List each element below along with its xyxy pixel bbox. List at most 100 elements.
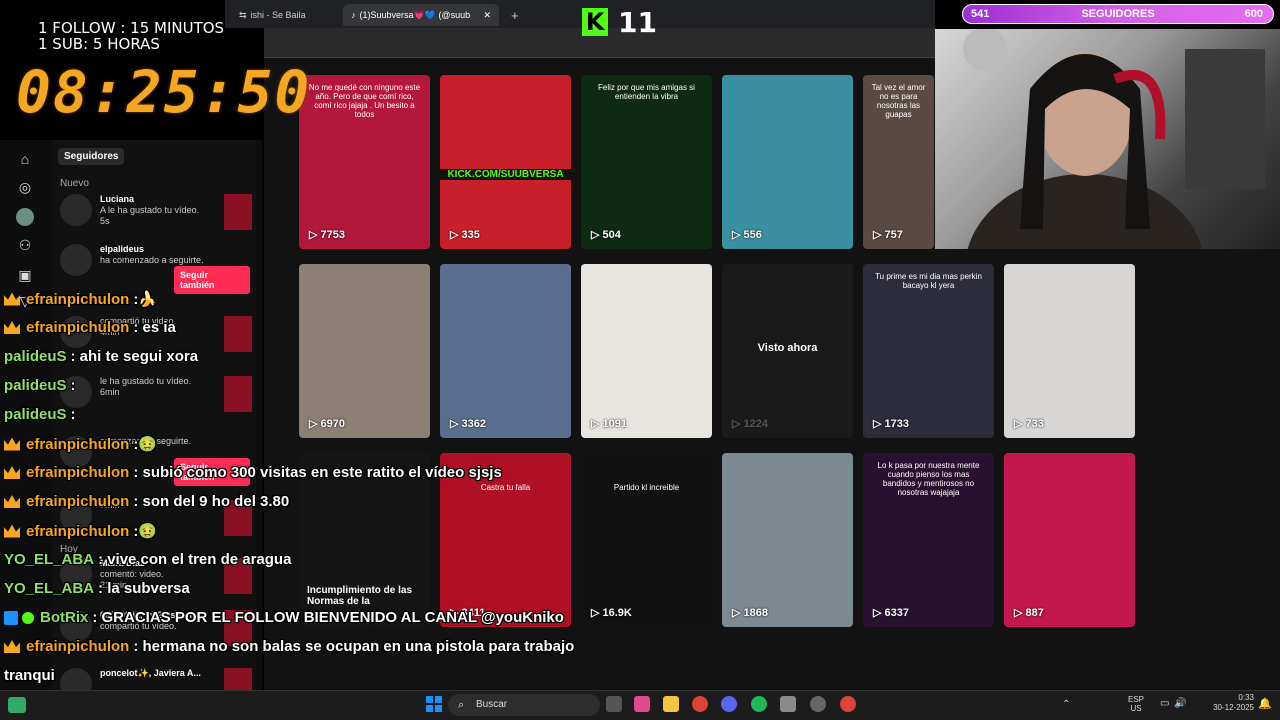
view-count-value: 1868 (743, 607, 768, 619)
tray-chevron-icon[interactable]: ⌃ (1062, 699, 1070, 710)
file-explorer-icon[interactable] (663, 696, 679, 712)
follower-goal-bar: 541 SEGUIDORES 600 (962, 4, 1274, 24)
video-view-count: ▷ 6970 (309, 417, 345, 430)
obs-icon[interactable] (810, 696, 826, 712)
chat-emote-icon: 🤢 (138, 436, 158, 453)
tab-seguidores[interactable]: Seguidores (58, 148, 125, 165)
tiktok-icon: ♪ (351, 10, 356, 20)
chat-username[interactable]: palideuS (4, 377, 67, 394)
video-thumbnail[interactable]: Tu prime es mi dia mas perkin bacayo kl … (863, 264, 994, 438)
avatar[interactable] (60, 244, 92, 276)
view-count-value: 1733 (884, 418, 909, 430)
video-thumbnail[interactable]: ▷ 1868 (722, 453, 853, 627)
widgets-icon[interactable] (8, 697, 26, 713)
video-thumbnail[interactable]: Tal vez el amor no es para nosotras las … (863, 75, 934, 249)
windows-start-icon[interactable] (426, 696, 442, 712)
new-tab-button[interactable]: + (503, 4, 523, 26)
video-thumbnail[interactable]: ▷ 556 (722, 75, 853, 249)
notification-text: ha comenzado a seguirte. (100, 255, 204, 265)
play-icon: ▷ (591, 607, 603, 619)
avatar[interactable] (60, 194, 92, 226)
home-icon[interactable]: ⌂ (16, 150, 34, 168)
play-icon: ▷ (309, 229, 321, 241)
video-thumbnail[interactable]: Partido kl increible ▷ 16.9K (581, 453, 712, 627)
video-thumbnail[interactable]: Lo k pasa por nuestra mente cuando piens… (863, 453, 994, 627)
video-view-count: ▷ 757 (873, 228, 903, 241)
copilot-icon[interactable] (634, 696, 650, 712)
video-view-count: ▷ 887 (1014, 606, 1044, 619)
video-thumbnail[interactable]: Feliz por que mis amigas si entienden la… (581, 75, 712, 249)
chrome-profile-icon[interactable] (840, 696, 856, 712)
browser-tab-1[interactable]: ⇆ ishi - Se Baila (231, 4, 339, 26)
chrome-icon[interactable] (692, 696, 708, 712)
video-preview-thumbnail[interactable] (224, 194, 252, 230)
video-thumbnail[interactable]: ▷ 6970 (299, 264, 430, 438)
goal-target: 600 (1244, 8, 1263, 20)
video-thumbnail[interactable]: ▷ 3362 (440, 264, 571, 438)
explore-icon[interactable]: ◎ (16, 178, 34, 196)
chat-username[interactable]: efrainpichulon (26, 523, 129, 540)
chat-username[interactable]: efrainpichulon (26, 291, 129, 308)
video-thumbnail[interactable]: ▷ 733 (1004, 264, 1135, 438)
chat-username[interactable]: efrainpichulon (26, 638, 129, 655)
video-thumbnail[interactable]: KICK.COM/SUUBVERSA ▷ 335 (440, 75, 571, 249)
chat-username[interactable]: efrainpichulon (26, 436, 129, 453)
network-icon[interactable]: ▭ (1160, 698, 1169, 709)
language-indicator[interactable]: ESP US (1128, 695, 1144, 713)
video-thumbnail[interactable]: No me quedé con ninguno este año. Pero d… (299, 75, 430, 249)
chat-username[interactable]: YO_EL_ABA (4, 580, 94, 597)
video-thumbnail[interactable]: ▷ 887 (1004, 453, 1135, 627)
follow-rule: 1 FOLLOW : 15 MINUTOS (38, 19, 225, 37)
discord-icon[interactable] (721, 696, 737, 712)
tab-label: ishi - Se Baila (250, 10, 306, 20)
chat-text: : (70, 377, 76, 394)
viewer-count: 11 (618, 5, 657, 39)
browser-tab-2[interactable]: ♪ (1)Suubversa💗💙 (@suubversa) ✕ (343, 4, 499, 26)
chat-username[interactable]: YO_EL_ABA (4, 551, 94, 568)
spotify-icon[interactable] (751, 696, 767, 712)
chat-username[interactable]: efrainpichulon (26, 319, 129, 336)
video-preview-thumbnail[interactable] (224, 316, 252, 352)
video-view-count: ▷ 7753 (309, 228, 345, 241)
view-count-value: 1091 (602, 418, 627, 430)
kick-viewer-count: K 11 (582, 5, 657, 39)
browser-tab-bar: ⇆ ishi - Se Baila ♪ (1)Suubversa💗💙 (@suu… (225, 0, 935, 28)
crown-badge-icon (4, 466, 20, 479)
chat-username[interactable]: efrainpichulon (26, 464, 129, 481)
chat-username[interactable]: BotRix (40, 609, 88, 626)
chat-username[interactable]: efrainpichulon (26, 493, 129, 510)
video-preview-thumbnail[interactable] (224, 376, 252, 412)
clock[interactable]: 0:33 30-12-2025 (1204, 693, 1254, 713)
volume-icon[interactable]: 🔊 (1174, 698, 1186, 709)
notification-text: comentó: video. (100, 569, 164, 579)
video-thumbnail[interactable]: ▷ 1091 (581, 264, 712, 438)
chat-username[interactable]: palideuS (4, 348, 67, 365)
play-icon: ▷ (591, 418, 603, 430)
notification-text: A le ha gustado tu vídeo. (100, 205, 200, 215)
app-icon[interactable] (780, 696, 796, 712)
search-icon: ⌕ (458, 699, 465, 711)
view-count-value: 335 (461, 229, 480, 241)
task-view-icon[interactable] (606, 696, 622, 712)
close-tab-icon[interactable]: ✕ (483, 10, 491, 21)
chat-text: : es ia (133, 319, 176, 336)
verified-badge-icon (22, 611, 34, 624)
view-count-value: 757 (884, 229, 903, 241)
avatar[interactable] (16, 208, 34, 226)
video-thumbnail[interactable]: Visto ahora ▷ 1224 (722, 264, 853, 438)
taskbar-search[interactable]: ⌕ Buscar (448, 694, 600, 716)
follow-back-button[interactable]: Seguir también (174, 266, 250, 294)
friends-icon[interactable]: ⚇ (16, 236, 34, 254)
video-caption: KICK.COM/SUUBVERSA (440, 169, 571, 180)
notification-bell-icon[interactable]: 🔔 (1258, 697, 1272, 710)
chat-text: tranqui (4, 667, 55, 684)
chat-text: : ahi te segui xora (70, 348, 199, 365)
live-icon[interactable]: ▣ (16, 266, 34, 284)
notification-user: poncelot✨, Javiera A... (100, 668, 201, 678)
chat-message: palideuS: (4, 406, 76, 423)
chat-username[interactable]: palideuS (4, 406, 67, 423)
play-icon: ▷ (732, 607, 744, 619)
notification-user: Luciana (100, 194, 135, 204)
video-view-count: ▷ 504 (591, 228, 621, 241)
chat-text: : son del 9 ho del 3.80 (133, 493, 290, 510)
